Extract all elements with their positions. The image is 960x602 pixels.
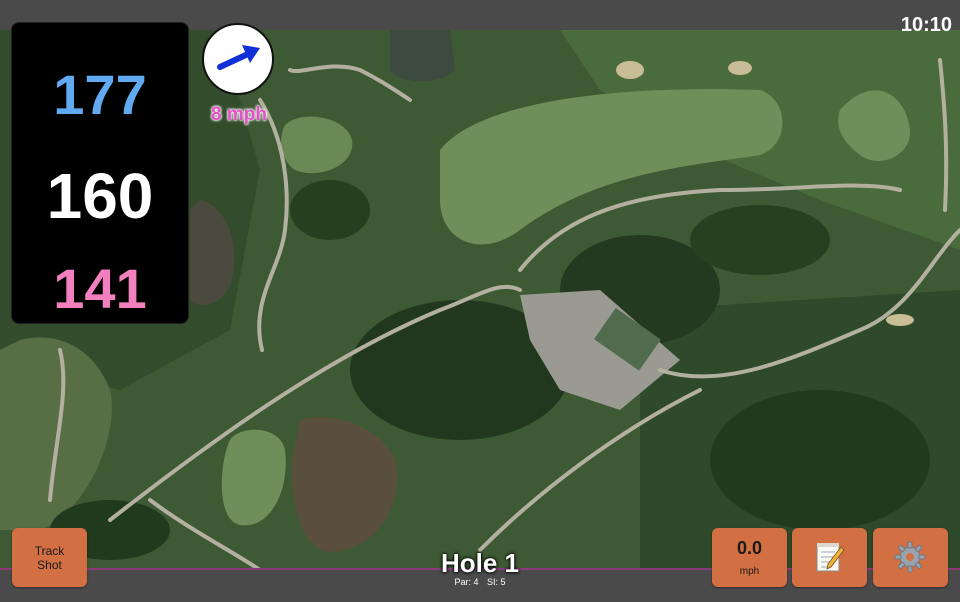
speed-unit: mph: [739, 566, 760, 577]
back-yardage: 177: [53, 63, 147, 126]
speed-value: 0.0: [736, 538, 763, 558]
gear-icon: [894, 541, 926, 573]
par-label: Par: 4: [454, 577, 479, 587]
hole-title: Hole 1: [440, 548, 520, 578]
track-shot-button[interactable]: Track Shot: [12, 528, 87, 587]
wind-direction-dial: [202, 23, 274, 95]
wind-speed-label: 8 mph: [211, 104, 267, 125]
hole-meta: Par: 4 SI: 5: [420, 577, 540, 587]
stroke-index-label: SI: 5: [487, 577, 506, 587]
speed-button[interactable]: 0.0 mph: [712, 528, 787, 587]
track-shot-label: Track Shot: [34, 544, 65, 572]
settings-button[interactable]: [873, 528, 948, 587]
notes-button[interactable]: [792, 528, 867, 587]
yardage-panel: 177 160 141: [11, 22, 189, 324]
notepad-icon: [816, 543, 845, 572]
clock: 10:10: [900, 14, 952, 36]
center-yardage: 160: [46, 160, 154, 232]
wind-arrow-icon: [217, 45, 260, 70]
front-yardage: 141: [53, 257, 147, 320]
